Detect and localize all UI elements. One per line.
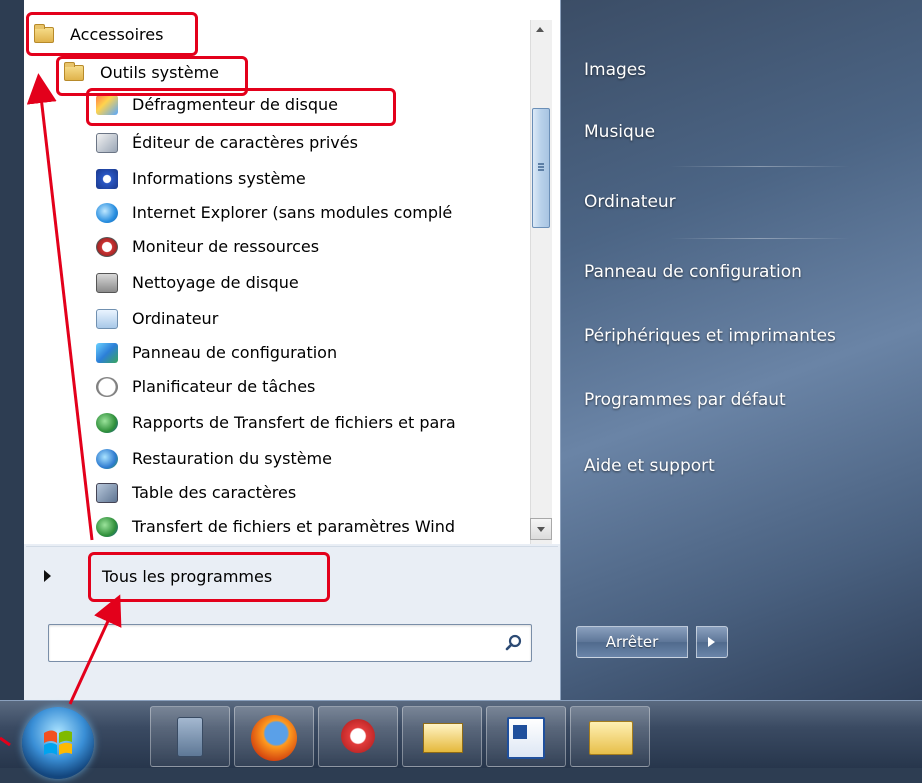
arrow-to-all-programs bbox=[68, 594, 122, 705]
annotation-arrows bbox=[0, 73, 122, 747]
arrow-to-start-orb bbox=[0, 736, 11, 747]
arrow-to-outils-systeme bbox=[26, 73, 94, 541]
